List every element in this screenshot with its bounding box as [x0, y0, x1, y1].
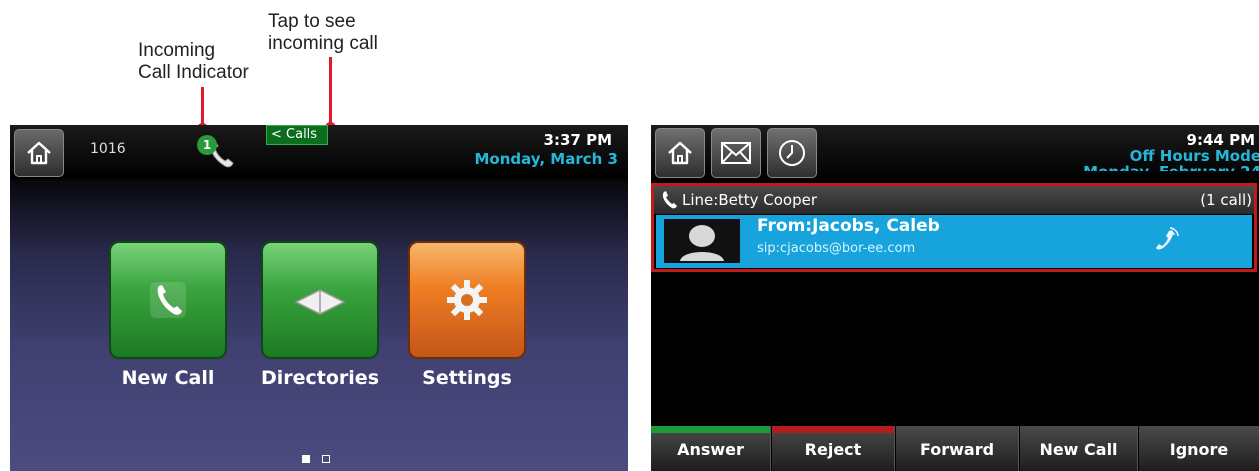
incoming-indicator-callout-line — [201, 87, 204, 127]
reject-softkey[interactable]: Reject — [772, 426, 895, 471]
line-label: Line:Betty Cooper — [682, 191, 817, 209]
clock-icon — [779, 140, 805, 166]
new-call-label: New Call — [121, 367, 215, 389]
phone-handset-icon — [662, 191, 677, 209]
gear-icon — [447, 280, 487, 320]
line-number[interactable]: 1016 — [90, 141, 126, 157]
new-call-label: New Call — [1039, 440, 1118, 459]
status-bar: 1016 1 < Calls 3:37 PM Monday, March 3 — [10, 125, 628, 179]
tap-to-see-callout: Tap to see incoming call — [268, 11, 378, 54]
calls-tab[interactable]: < Calls — [266, 125, 328, 145]
clock-date: Monday, March 3 — [474, 150, 618, 168]
ignore-label: Ignore — [1169, 440, 1229, 459]
caller-name: From:Jacobs, Caleb — [757, 216, 940, 236]
incoming-badge: 1 — [197, 135, 217, 155]
recent-calls-button[interactable] — [767, 128, 817, 178]
caller-sip-address: sip:cjacobs@bor-ee.com — [757, 241, 916, 256]
pager-dot-active[interactable] — [302, 455, 310, 463]
ringing-phone-icon — [1156, 227, 1179, 250]
incoming-call-indicator-callout: Incoming Call Indicator — [138, 40, 249, 83]
phone-icon — [150, 282, 186, 318]
person-icon — [664, 219, 740, 263]
clock-date: Monday, February 24 — [1083, 163, 1259, 171]
book-icon — [294, 289, 346, 315]
tap-callout-line — [329, 57, 332, 127]
status-bar: 9:44 PM Off Hours Mode Monday, February … — [651, 125, 1259, 181]
home-button[interactable] — [655, 128, 705, 178]
answer-label: Answer — [677, 440, 744, 459]
incoming-call-row[interactable]: From:Jacobs, Caleb sip:cjacobs@bor-ee.co… — [656, 215, 1252, 268]
home-button[interactable] — [14, 129, 64, 177]
avatar — [664, 219, 740, 263]
new-call-tile[interactable] — [109, 241, 227, 359]
home-icon — [27, 141, 51, 165]
softkey-bar: Answer Reject Forward New Call Ignore — [651, 426, 1259, 471]
reject-accent — [772, 426, 894, 433]
incoming-call-screen: 9:44 PM Off Hours Mode Monday, February … — [651, 125, 1259, 471]
forward-label: Forward — [919, 440, 995, 459]
ignore-softkey[interactable]: Ignore — [1139, 426, 1259, 471]
answer-accent — [651, 426, 770, 433]
reject-label: Reject — [804, 440, 862, 459]
clock-time: 3:37 PM — [543, 131, 612, 149]
settings-label: Settings — [422, 367, 512, 389]
messages-button[interactable] — [711, 128, 761, 178]
home-icon — [668, 141, 692, 165]
answer-softkey[interactable]: Answer — [651, 426, 771, 471]
incoming-call-indicator[interactable]: 1 — [195, 133, 241, 173]
line-call-group: Line:Betty Cooper (1 call) From:Jacobs, … — [651, 183, 1257, 272]
envelope-icon — [721, 142, 751, 164]
pager-dot[interactable] — [322, 455, 330, 463]
line-header[interactable]: Line:Betty Cooper (1 call) — [654, 186, 1254, 214]
directories-tile[interactable] — [261, 241, 379, 359]
home-screen: 1016 1 < Calls 3:37 PM Monday, March 3 N… — [10, 125, 628, 471]
directories-label: Directories — [260, 367, 380, 389]
call-count: (1 call) — [1200, 191, 1252, 209]
forward-softkey[interactable]: Forward — [896, 426, 1019, 471]
new-call-softkey[interactable]: New Call — [1020, 426, 1138, 471]
settings-tile[interactable] — [408, 241, 526, 359]
